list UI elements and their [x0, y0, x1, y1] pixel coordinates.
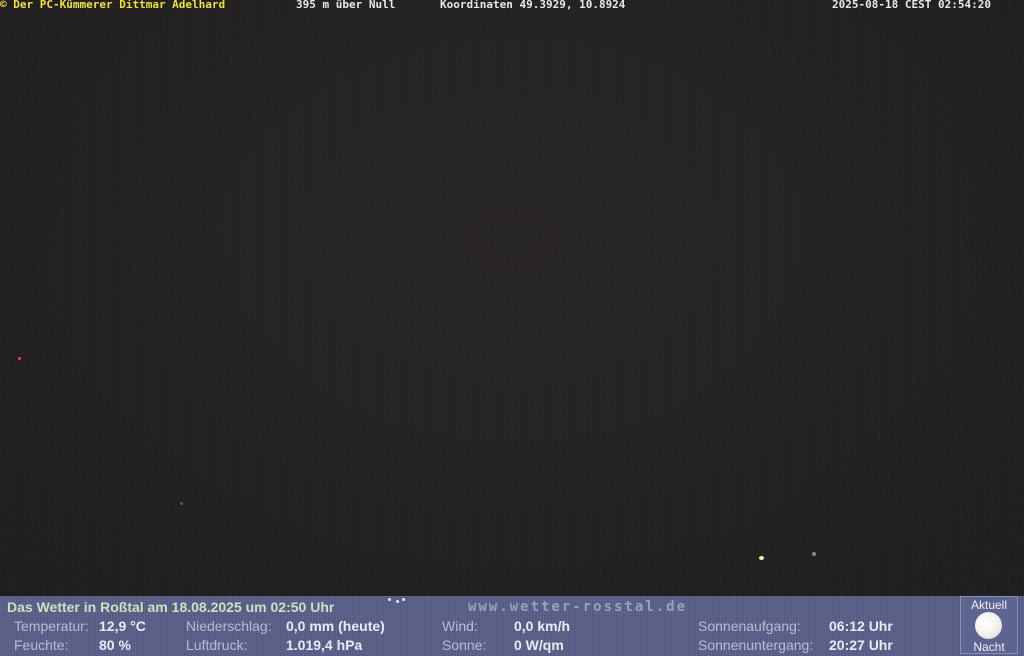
red-light-point [18, 357, 21, 360]
temperature-value: 12,9 °C [99, 618, 146, 634]
humidity-label: Feuchte: [14, 637, 69, 653]
sunrise-value: 06:12 Uhr [829, 618, 893, 634]
sunset-value: 20:27 Uhr [829, 637, 893, 653]
weather-title: Das Wetter in Roßtal am 18.08.2025 um 02… [7, 599, 335, 615]
webcam-image [0, 0, 1024, 596]
moon-icon [975, 612, 1002, 639]
weather-panel: Das Wetter in Roßtal am 18.08.2025 um 02… [0, 596, 1024, 656]
sunrise-label: Sonnenaufgang: [698, 618, 801, 634]
moon-current-label: Aktuell [970, 598, 1008, 612]
humidity-value: 80 % [99, 637, 131, 653]
pressure-label: Luftdruck: [186, 637, 248, 653]
temperature-label: Temperatur: [14, 618, 89, 634]
moon-phase-box: Aktuell Nacht [960, 596, 1018, 654]
precipitation-value: 0,0 mm (heute) [286, 618, 385, 634]
sun-value: 0 W/qm [514, 637, 564, 653]
night-sky-noise [0, 0, 1024, 596]
wind-value: 0,0 km/h [514, 618, 571, 634]
star-dots [388, 598, 408, 604]
copyright-text: © Der PC-Kümmerer Dittmar Adelhard [0, 0, 226, 11]
sun-label: Sonne: [442, 637, 487, 653]
pressure-value: 1.019,4 hPa [286, 637, 363, 653]
sunset-label: Sonnenuntergang: [698, 637, 814, 653]
faint-light-point [180, 502, 183, 505]
moon-night-label: Nacht [973, 640, 1005, 654]
wind-label: Wind: [442, 618, 478, 634]
site-url: www.wetter-rosstal.de [468, 599, 688, 615]
altitude-text: 395 m über Null [296, 0, 396, 11]
green-light-point [759, 556, 764, 560]
timestamp-text: 2025-08-18 CEST 02:54:20 [832, 0, 991, 11]
faint-light-point [812, 552, 816, 556]
webcam-header-overlay: © Der PC-Kümmerer Dittmar Adelhard 395 m… [0, 0, 1024, 11]
coordinates-text: Koordinaten 49.3929, 10.8924 [440, 0, 626, 11]
precipitation-label: Niederschlag: [186, 618, 272, 634]
